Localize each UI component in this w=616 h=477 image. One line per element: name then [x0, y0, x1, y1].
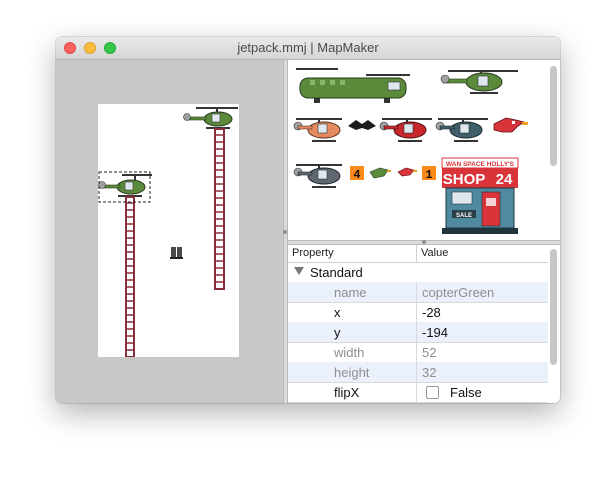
palette-scrollbar[interactable]: [550, 66, 557, 166]
map-view[interactable]: [56, 60, 283, 403]
map-helicopter-right[interactable]: [183, 107, 239, 290]
palette-orange-helicopter[interactable]: [293, 118, 342, 142]
title-bar[interactable]: jetpack.mmj | MapMaker: [56, 37, 560, 60]
palette-digit-4-tile[interactable]: 4: [350, 166, 364, 182]
palette-red-helicopter[interactable]: [379, 118, 432, 142]
shop-sign-number: 24: [496, 171, 513, 188]
property-value: 52: [422, 345, 437, 360]
flipx-checkbox[interactable]: [426, 386, 439, 399]
value-column-header[interactable]: Value: [421, 247, 448, 259]
property-key: name: [334, 285, 367, 300]
shop-sign-main: SHOP: [443, 171, 486, 188]
palette-gray-helicopter[interactable]: [293, 164, 342, 188]
property-row-x[interactable]: x -28: [288, 302, 548, 323]
disclosure-triangle-icon[interactable]: [294, 267, 304, 275]
app-window: jetpack.mmj | MapMaker 4 1 WAN SPACE HOL…: [56, 37, 560, 403]
tile-one-label: 1: [425, 168, 432, 182]
palette-black-bat[interactable]: [348, 120, 376, 130]
property-key: height: [334, 365, 370, 380]
splitter-grip-icon-2: [422, 240, 426, 244]
map-small-object[interactable]: [170, 247, 183, 259]
map-helicopter-selected[interactable]: [98, 171, 153, 358]
palette-teal-helicopter[interactable]: [435, 118, 488, 142]
palette-small-green-bird[interactable]: [369, 167, 391, 179]
map-canvas[interactable]: [98, 104, 239, 358]
property-row-flipx[interactable]: flipX False: [288, 382, 548, 403]
palette-red-bird[interactable]: [493, 117, 528, 133]
shop-sign-top: WAN SPACE HOLLY'S: [446, 161, 515, 168]
property-value-field[interactable]: -194: [422, 325, 448, 340]
column-divider[interactable]: [416, 245, 417, 262]
palette-grid: 4 1 WAN SPACE HOLLY'S SHOP 24 SALE: [293, 68, 528, 234]
palette-green-helicopter[interactable]: [440, 70, 518, 94]
property-key: flipX: [334, 385, 360, 400]
property-table-header: Property Value: [288, 245, 548, 263]
property-value: 32: [422, 365, 437, 380]
property-column-header[interactable]: Property: [292, 247, 334, 259]
palette-small-red-bird[interactable]: [397, 167, 417, 177]
property-key: x: [334, 305, 341, 320]
tile-four-label: 4: [353, 168, 360, 182]
map-scene: [98, 107, 239, 358]
palette-chinook-helicopter[interactable]: [296, 68, 410, 103]
property-key: y: [334, 325, 341, 340]
sprite-palette[interactable]: 4 1 WAN SPACE HOLLY'S SHOP 24 SALE: [288, 60, 560, 240]
property-row-y[interactable]: y -194: [288, 322, 548, 343]
property-key: width: [334, 345, 365, 360]
palette-shop-building[interactable]: WAN SPACE HOLLY'S SHOP 24 SALE: [441, 157, 519, 234]
property-row-name[interactable]: name copterGreen: [288, 282, 548, 303]
property-value: copterGreen: [422, 285, 495, 300]
property-value-field[interactable]: -28: [422, 305, 441, 320]
property-row-width[interactable]: width 52: [288, 342, 548, 363]
window-title: jetpack.mmj | MapMaker: [237, 40, 379, 55]
property-scrollbar[interactable]: [550, 249, 557, 365]
property-row-height[interactable]: height 32: [288, 362, 548, 383]
shop-sale-label: SALE: [456, 213, 472, 219]
splitter-grip-icon: [283, 230, 287, 234]
group-row-standard[interactable]: Standard: [288, 262, 548, 282]
property-inspector: Property Value Standard name copterGreen…: [288, 245, 560, 403]
group-label: Standard: [310, 265, 363, 280]
flipx-value: False: [450, 385, 482, 400]
palette-digit-1-tile[interactable]: 1: [422, 166, 436, 182]
